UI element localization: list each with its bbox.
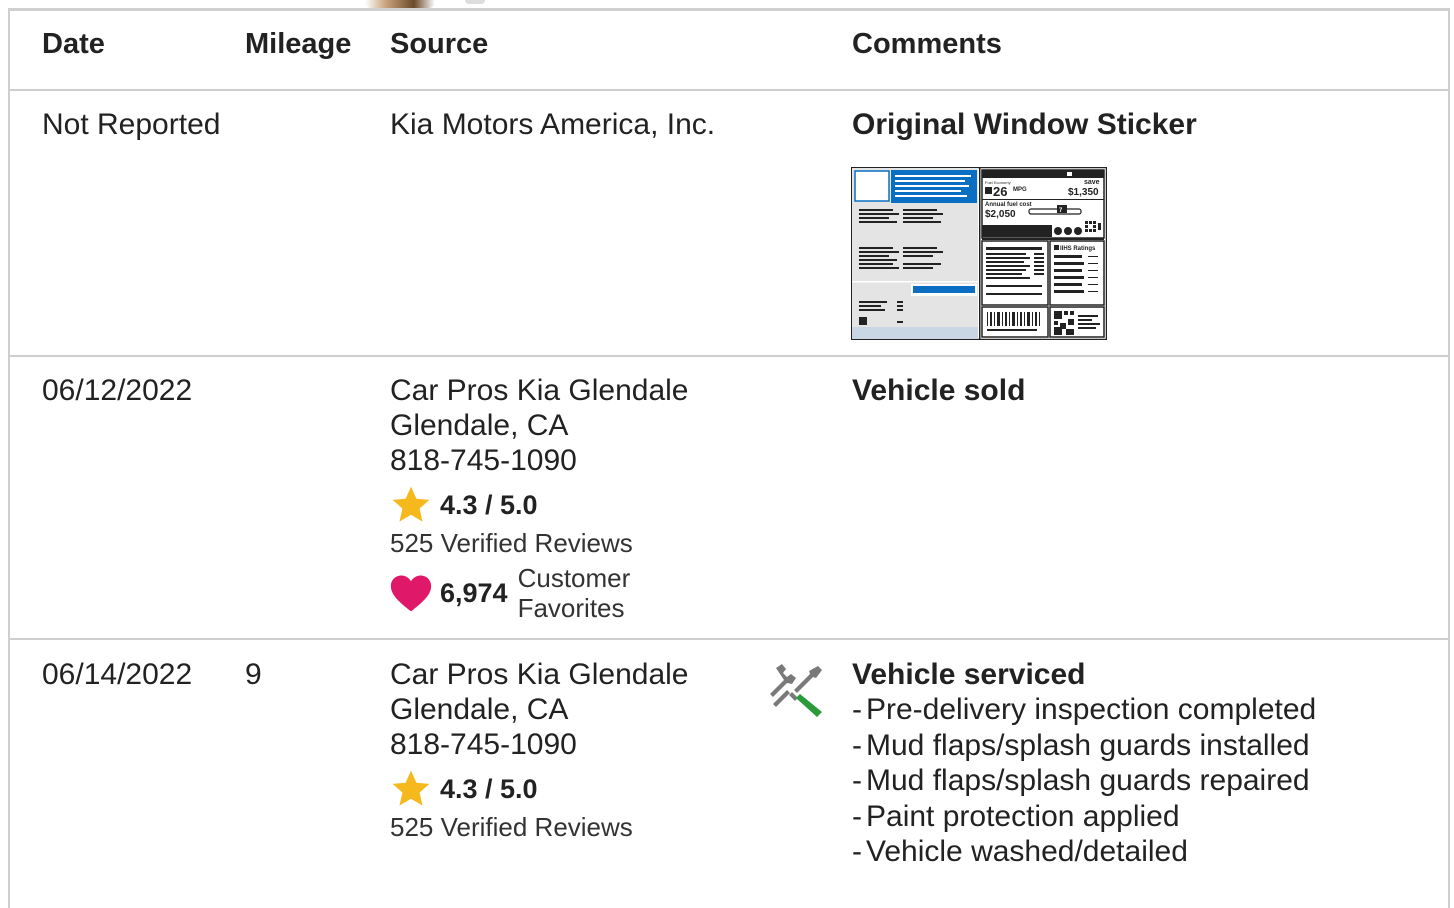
- row3-source-city: Glendale, CA: [390, 693, 569, 726]
- header-date: Date: [42, 28, 105, 60]
- list-item: - Mud flaps/splash guards repaired: [852, 764, 1310, 797]
- row1-divider: [10, 355, 1450, 357]
- star-icon: [392, 770, 430, 806]
- row2-reviews-link[interactable]: 525 Verified Reviews: [390, 528, 633, 559]
- header-divider: [10, 89, 1450, 91]
- row2-favorites-label: Customer Favorites: [517, 563, 631, 623]
- wrench-screwdriver-icon: [770, 664, 822, 717]
- row3-service-list: - Pre-delivery inspection completed - Mud …: [852, 692, 1316, 870]
- sticker-mpg-unit: MPG: [1013, 187, 1027, 193]
- window-sticker-thumbnail[interactable]: Fuel Economy 26 MPG save $1,350 Annual f…: [851, 167, 1107, 340]
- row1-source-name: Kia Motors America, Inc.: [390, 108, 716, 141]
- row2-source-phone[interactable]: 818-745-1090: [390, 443, 688, 478]
- list-item: - Vehicle washed/detailed: [852, 835, 1188, 868]
- vehicle-thumbnail-partial: [365, 0, 435, 8]
- sticker-mpg-value: 26: [993, 184, 1007, 199]
- row2-source-name[interactable]: Car Pros Kia Glendale: [390, 373, 688, 408]
- sticker-fuel-cost: $2,050: [985, 209, 1016, 220]
- header-mileage: Mileage: [245, 28, 352, 60]
- row3-rating-value: 4.3 / 5.0: [440, 773, 538, 804]
- star-icon: [392, 486, 430, 522]
- heart-icon: [390, 575, 432, 612]
- row3-rating[interactable]: 4.3 / 5.0: [390, 768, 538, 810]
- list-item: - Paint protection applied: [852, 799, 1180, 833]
- row2-source: Car Pros Kia Glendale Glendale, CA 818-7…: [390, 373, 688, 478]
- thumbnail-partial-2: [465, 0, 485, 4]
- row3-source: Car Pros Kia Glendale Glendale, CA 818-7…: [390, 657, 688, 762]
- list-item: - Pre-delivery inspection completed: [852, 693, 1317, 726]
- sticker-iihs-label: IIHS Ratings: [1060, 246, 1096, 252]
- sticker-save-label: save: [1084, 179, 1100, 186]
- row3-source-name[interactable]: Car Pros Kia Glendale: [390, 657, 688, 692]
- row3-source-phone[interactable]: 818-745-1090: [390, 727, 688, 762]
- header-source: Source: [390, 28, 489, 60]
- row2-rating-value: 4.3 / 5.0: [440, 489, 538, 520]
- row2-divider: [10, 638, 1450, 640]
- row3-mileage: 9: [245, 658, 262, 691]
- row3-comment-title: Vehicle serviced: [852, 658, 1086, 691]
- row2-favorites-count: 6,974: [440, 577, 508, 608]
- row2-date: 06/12/2022: [42, 374, 193, 407]
- row1-comment-title: Original Window Sticker: [852, 108, 1197, 141]
- row2-source-city: Glendale, CA: [390, 409, 569, 442]
- svg-text:Annual fuel cost: Annual fuel cost: [985, 202, 1032, 208]
- row3-reviews-link[interactable]: 525 Verified Reviews: [390, 812, 633, 843]
- list-item: - Mud flaps/splash guards installed: [852, 728, 1310, 762]
- row2-comment-title: Vehicle sold: [852, 374, 1026, 407]
- row1-date: Not Reported: [42, 108, 221, 141]
- sticker-save-amount: $1,350: [1068, 187, 1099, 198]
- header-comments: Comments: [852, 28, 1002, 60]
- row2-favorites[interactable]: 6,974 Customer Favorites: [390, 563, 630, 623]
- row3-date: 06/14/2022: [42, 658, 193, 691]
- row2-rating[interactable]: 4.3 / 5.0: [390, 484, 538, 526]
